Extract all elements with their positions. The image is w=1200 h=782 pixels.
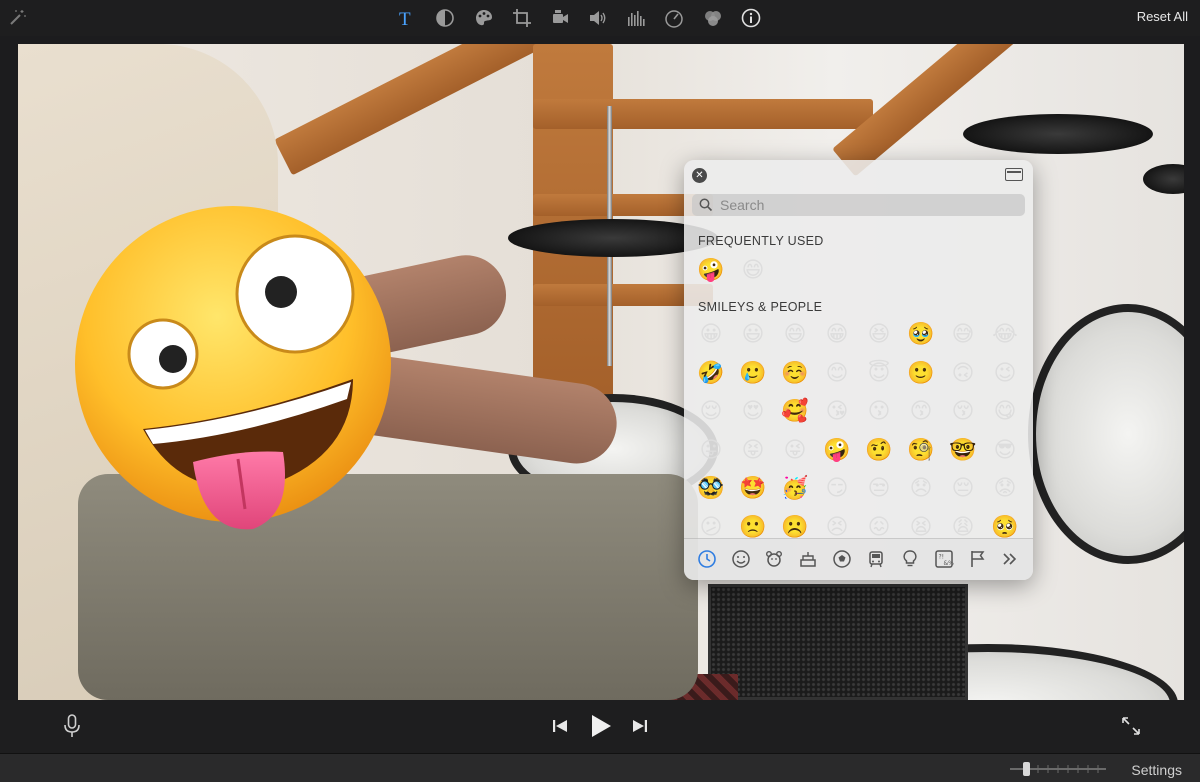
emoji-button[interactable]: 😞: [906, 474, 936, 504]
amplifier: [708, 584, 968, 700]
emoji-button[interactable]: 🥸: [696, 474, 726, 504]
stair-step: [533, 99, 873, 129]
play-icon[interactable]: [589, 713, 613, 739]
emoji-category-tabs: ?! &%: [684, 538, 1033, 580]
skip-back-icon[interactable]: [551, 717, 569, 735]
emoji-button[interactable]: 😟: [990, 474, 1020, 504]
emoji-button[interactable]: 😉: [990, 359, 1020, 389]
equalizer-icon[interactable]: [623, 6, 649, 30]
emoji-button[interactable]: 😘: [822, 397, 852, 427]
emoji-button[interactable]: 😙: [906, 397, 936, 427]
emoji-button[interactable]: 😍: [738, 397, 768, 427]
emoji-button[interactable]: 😇: [864, 359, 894, 389]
emoji-button[interactable]: 😄: [738, 256, 768, 286]
emoji-search-input[interactable]: Search: [692, 194, 1025, 216]
emoji-button[interactable]: 🤩: [738, 474, 768, 504]
emoji-button[interactable]: 🙃: [948, 359, 978, 389]
emoji-button[interactable]: 😄: [780, 320, 810, 350]
more-categories-chevron-icon[interactable]: [1000, 549, 1022, 571]
emoji-button[interactable]: 🥰: [780, 397, 810, 427]
magic-wand-icon[interactable]: [4, 6, 30, 30]
speed-gauge-icon[interactable]: [661, 6, 687, 30]
emoji-button[interactable]: 😂: [990, 320, 1020, 350]
emoji-button[interactable]: 🤨: [864, 436, 894, 466]
close-icon[interactable]: ✕: [692, 168, 707, 183]
emoji-button[interactable]: 😕: [696, 513, 726, 539]
search-icon: [699, 198, 713, 212]
emoji-button[interactable]: 🥲: [738, 359, 768, 389]
flags-tab-icon[interactable]: [968, 549, 990, 571]
emoji-button[interactable]: 😚: [948, 397, 978, 427]
symbols-tab-icon[interactable]: ?! &%: [934, 549, 956, 571]
smileys-tab-icon[interactable]: [731, 549, 753, 571]
emoji-button[interactable]: 🧐: [906, 436, 936, 466]
emoji-button[interactable]: 🥹: [906, 320, 936, 350]
svg-text:&%: &%: [944, 560, 955, 567]
emoji-button[interactable]: 😏: [822, 474, 852, 504]
emoji-button[interactable]: 😣: [822, 513, 852, 539]
emoji-button[interactable]: 😜: [780, 436, 810, 466]
emoji-button[interactable]: 😖: [864, 513, 894, 539]
emoji-button[interactable]: 😒: [864, 474, 894, 504]
emoji-button[interactable]: 😎: [990, 436, 1020, 466]
volume-icon[interactable]: [585, 6, 611, 30]
adjustment-toolbar: T Reset All: [0, 0, 1200, 36]
emoji-button[interactable]: ☹️: [780, 513, 810, 539]
footer-bar: Settings: [0, 753, 1200, 782]
frequently-used-heading: FREQUENTLY USED: [698, 234, 824, 248]
activity-tab-icon[interactable]: [832, 549, 854, 571]
emoji-button[interactable]: 🤣: [696, 359, 726, 389]
emoji-picker-panel: ✕ Search FREQUENTLY USED SMILEYS & PEOPL…: [684, 160, 1033, 580]
search-placeholder: Search: [720, 197, 765, 213]
emoji-button[interactable]: 😗: [864, 397, 894, 427]
title-tool-icon[interactable]: T: [393, 6, 419, 30]
skip-forward-icon[interactable]: [631, 717, 649, 735]
emoji-button[interactable]: 😅: [948, 320, 978, 350]
emoji-button[interactable]: 😛: [696, 436, 726, 466]
settings-button[interactable]: Settings: [1131, 762, 1182, 778]
emoji-button[interactable]: 🙁: [738, 513, 768, 539]
emoji-button[interactable]: 🤪: [822, 436, 852, 466]
emoji-button[interactable]: 😀: [696, 320, 726, 350]
playback-controls: [0, 700, 1200, 753]
emoji-button[interactable]: 😃: [738, 320, 768, 350]
stabilization-camera-icon[interactable]: [547, 6, 573, 30]
color-palette-icon[interactable]: [471, 6, 497, 30]
emoji-button[interactable]: 😩: [948, 513, 978, 539]
zoom-slider[interactable]: [1008, 762, 1108, 776]
clip-filter-icon[interactable]: [700, 6, 726, 30]
emoji-button[interactable]: 😝: [738, 436, 768, 466]
emoji-button[interactable]: 🙂: [906, 359, 936, 389]
zany-face-sticker-icon[interactable]: [73, 204, 393, 534]
color-balance-icon[interactable]: [432, 6, 458, 30]
food-tab-icon[interactable]: [798, 549, 820, 571]
emoji-button[interactable]: 😁: [822, 320, 852, 350]
info-icon[interactable]: [738, 6, 764, 30]
smileys-grid: 😀 😃 😄 😁 😆 🥹 😅 😂 🤣 🥲 ☺️ 😊 😇 🙂 🙃 😉 😌 😍 🥰 😘 😗 😙 😚 😋 😛 😝 😜 🤪 🤨 🧐 🤓 😎 🥸 🤩 🥳 😏 😒 😞 😔…: [694, 320, 1024, 538]
crop-icon[interactable]: [509, 6, 535, 30]
travel-tab-icon[interactable]: [866, 549, 888, 571]
animals-tab-icon[interactable]: [764, 549, 786, 571]
microphone-icon[interactable]: [62, 714, 82, 738]
emoji-button[interactable]: 😌: [696, 397, 726, 427]
emoji-button[interactable]: 😫: [906, 513, 936, 539]
emoji-button[interactable]: 🥳: [780, 474, 810, 504]
fullscreen-expand-icon[interactable]: [1121, 716, 1141, 736]
smileys-heading: SMILEYS & PEOPLE: [698, 300, 823, 314]
emoji-button[interactable]: 🥺: [990, 513, 1020, 539]
emoji-button[interactable]: 😔: [948, 474, 978, 504]
objects-lightbulb-icon[interactable]: [900, 549, 922, 571]
emoji-button[interactable]: 😆: [864, 320, 894, 350]
emoji-button[interactable]: 🤪: [696, 256, 726, 286]
svg-text:T: T: [399, 9, 411, 28]
recent-clock-icon[interactable]: [697, 549, 719, 571]
emoji-button[interactable]: 😋: [990, 397, 1020, 427]
emoji-button[interactable]: 😊: [822, 359, 852, 389]
reset-all-button[interactable]: Reset All: [1137, 9, 1188, 24]
crash-cymbal: [963, 114, 1153, 154]
emoji-button[interactable]: ☺️: [780, 359, 810, 389]
character-viewer-icon[interactable]: [1005, 168, 1023, 181]
emoji-button[interactable]: 🤓: [948, 436, 978, 466]
